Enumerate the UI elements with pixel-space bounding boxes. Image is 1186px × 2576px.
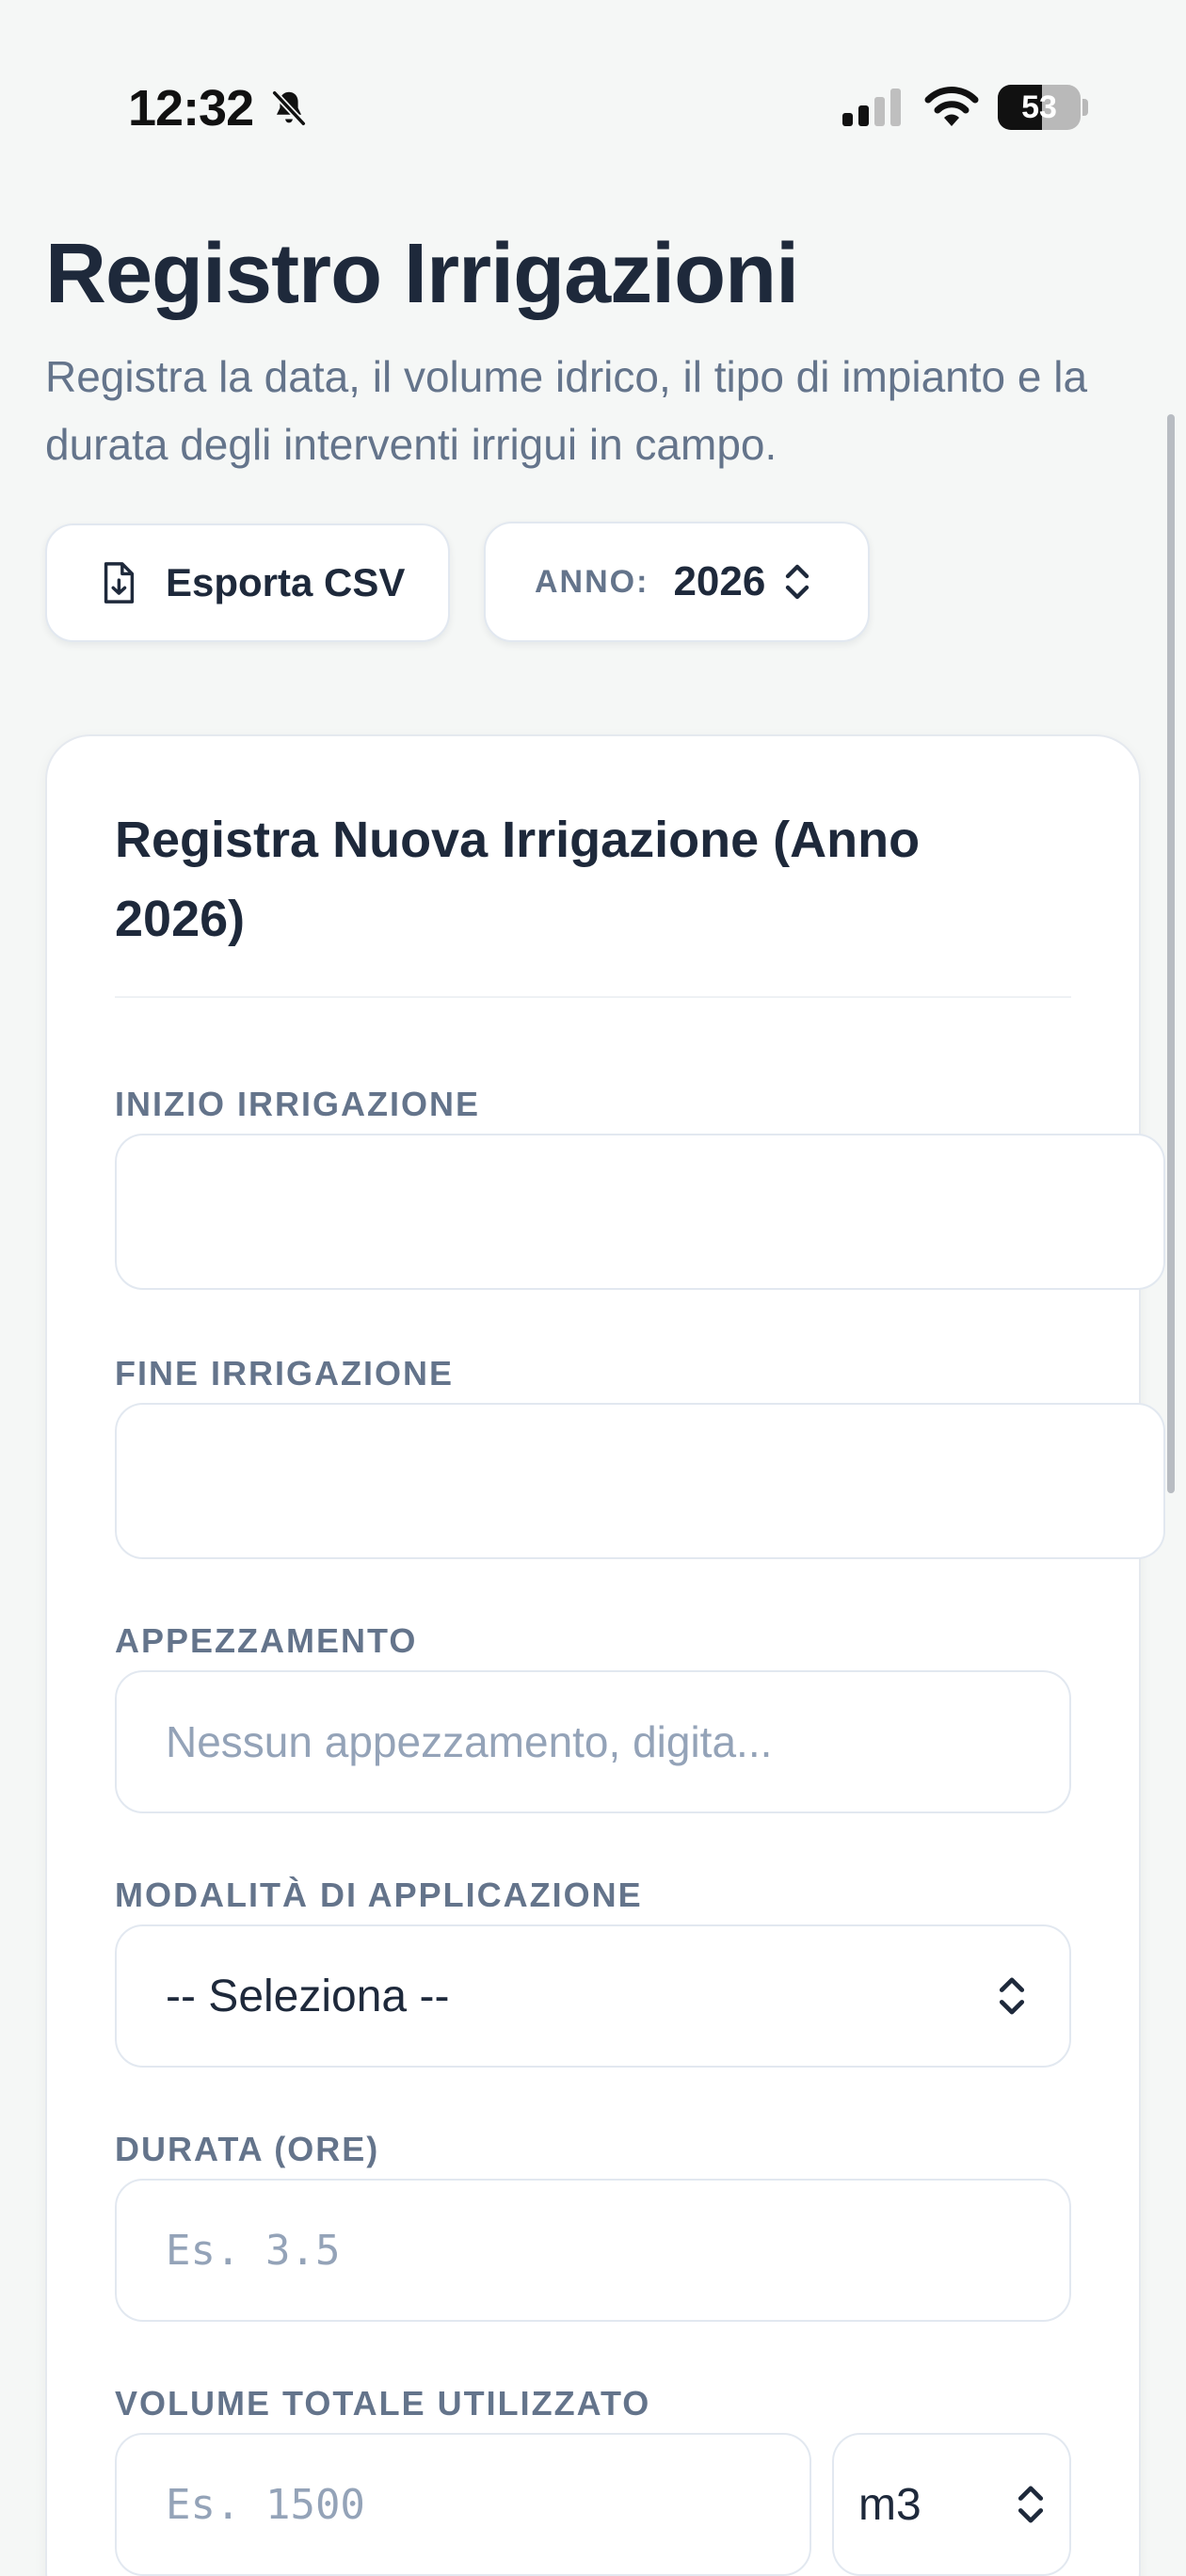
year-value: 2026	[673, 558, 766, 604]
export-csv-button[interactable]: Esporta CSV	[45, 523, 450, 642]
form-title: Registra Nuova Irrigazione (Anno 2026)	[115, 812, 921, 947]
end-label: FINE IRRIGAZIONE	[115, 1354, 455, 1393]
bell-muted-icon	[271, 89, 307, 127]
volume-placeholder: Es. 1500	[166, 2480, 365, 2529]
page-title: Registro Irrigazioni	[45, 227, 799, 321]
page-subtitle: Registra la data, il volume idrico, il t…	[45, 352, 1088, 469]
battery-body: 53	[998, 85, 1081, 130]
chevron-up-down-icon	[786, 564, 809, 600]
plot-label: APPEZZAMENTO	[115, 1621, 418, 1660]
volume-unit-select[interactable]: m3	[832, 2433, 1071, 2576]
duration-label: DURATA (ORE)	[115, 2130, 380, 2168]
mode-selected: -- Seleziona --	[166, 1971, 450, 2021]
year-select[interactable]: ANNO: 2026	[484, 522, 870, 642]
scrollbar[interactable]	[1167, 414, 1175, 1493]
plot-input[interactable]: Nessun appezzamento, digita...	[115, 1670, 1071, 1813]
battery-cap	[1082, 99, 1088, 116]
file-download-icon	[104, 562, 135, 604]
volume-input[interactable]: Es. 1500	[115, 2433, 811, 2576]
volume-unit: m3	[858, 2479, 922, 2530]
status-time: 12:32	[128, 80, 254, 137]
start-datetime-input[interactable]	[115, 1134, 1165, 1290]
duration-input[interactable]: Es. 3.5	[115, 2179, 1071, 2322]
mode-label: MODALITÀ DI APPLICAZIONE	[115, 1876, 643, 1914]
wifi-icon	[924, 87, 979, 126]
form-divider	[115, 996, 1071, 998]
application-mode-select[interactable]: -- Seleziona --	[115, 1924, 1071, 2068]
plot-placeholder: Nessun appezzamento, digita...	[166, 1717, 773, 1766]
end-datetime-input[interactable]	[115, 1403, 1165, 1559]
duration-placeholder: Es. 3.5	[166, 2226, 341, 2275]
battery-level: 53	[1021, 89, 1057, 125]
export-csv-label: Esporta CSV	[166, 560, 406, 604]
chevron-up-down-icon	[999, 1977, 1025, 2015]
cellular-signal-icon	[842, 89, 901, 126]
volume-label: VOLUME TOTALE UTILIZZATO	[115, 2384, 651, 2423]
chevron-up-down-icon	[1018, 2486, 1044, 2523]
start-label: INIZIO IRRIGAZIONE	[115, 1085, 481, 1123]
status-bar: 12:32 53	[0, 0, 1186, 188]
battery-icon: 53	[998, 85, 1088, 130]
year-label: ANNO:	[535, 563, 649, 600]
irrigation-log-page: 12:32 53 Registro Irrigazioni Registra l…	[0, 0, 1186, 2576]
